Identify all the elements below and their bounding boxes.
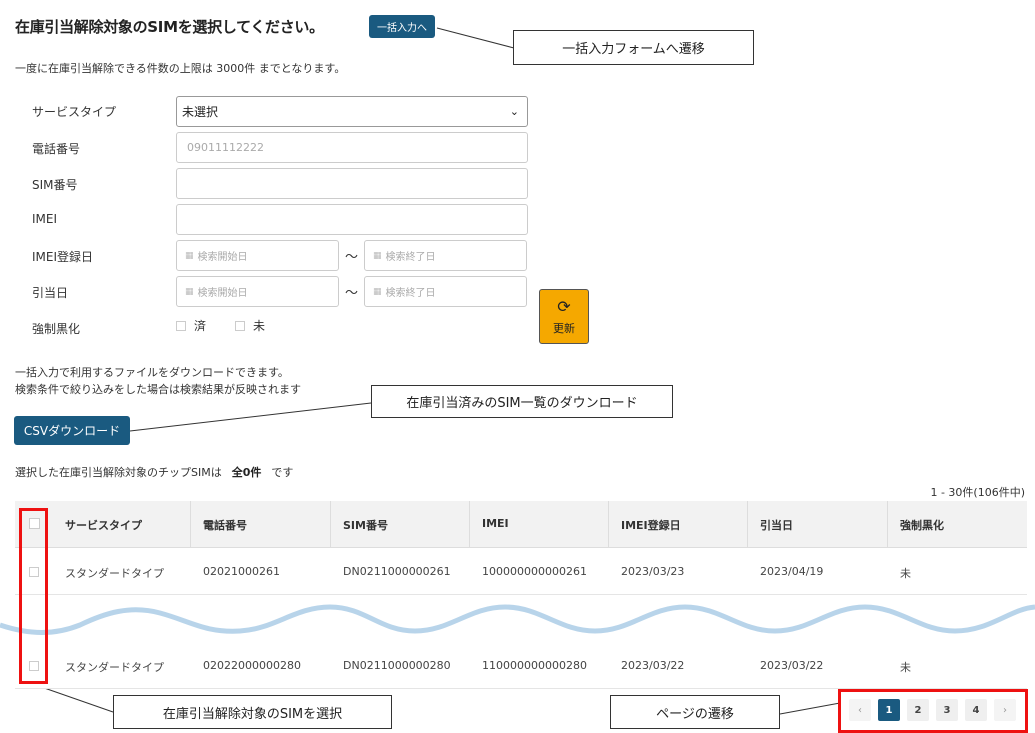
th-forced-black: 強制黒化 [900, 519, 944, 532]
callout-csv-download: 在庫引当済みのSIM一覧のダウンロード [371, 385, 673, 418]
cell-forced-black: 未 [900, 661, 911, 674]
th-imei-date: IMEI登録日 [621, 519, 681, 532]
range-tilde: 〜 [345, 286, 359, 301]
assign-date-start[interactable]: ▦ 検索開始日 [176, 276, 339, 307]
download-info-2: 検索条件で絞り込みをした場合は検索結果が反映されます [15, 383, 301, 396]
service-type-value: 未選択 [182, 105, 219, 119]
callout-bulk-form: 一括入力フォームへ遷移 [513, 30, 754, 65]
csv-download-button[interactable]: CSVダウンロード [14, 416, 130, 445]
forced-black-label: 強制黒化 [32, 322, 81, 336]
cell-imei-date: 2023/03/23 [621, 565, 685, 578]
imei-date-label: IMEI登録日 [32, 250, 94, 264]
prev-page-button[interactable]: ‹ [849, 699, 871, 721]
th-imei: IMEI [482, 517, 509, 530]
checkbox-column-highlight [19, 508, 48, 684]
phone-label: 電話番号 [32, 142, 81, 156]
result-range: 1 - 30件(106件中) [930, 486, 1025, 499]
table-row[interactable]: スタンダードタイプ 02021000261 DN0211000000261 10… [15, 549, 1027, 595]
callout-page-nav: ページの遷移 [610, 695, 780, 729]
sim-input[interactable] [176, 168, 528, 199]
omission-wave [0, 595, 1035, 645]
forced-not-text: 未 [253, 319, 266, 333]
cell-imei: 100000000000261 [482, 565, 587, 578]
calendar-icon: ▦ [185, 286, 194, 297]
sim-label: SIM番号 [32, 178, 78, 192]
cell-phone: 02022000000280 [203, 659, 301, 672]
selection-prefix: 選択した在庫引当解除対象のチップSIMは [15, 466, 222, 479]
date-end-placeholder: 検索終了日 [385, 288, 436, 299]
cell-assign-date: 2023/03/22 [760, 659, 824, 672]
cell-service-type: スタンダードタイプ [65, 567, 164, 580]
limit-note: 一度に在庫引当解除できる件数の上限は 3000件 までとなります。 [15, 62, 346, 75]
forced-done-checkbox[interactable]: 済 [176, 317, 206, 334]
page-3-button[interactable]: 3 [936, 699, 958, 721]
page-2-button[interactable]: 2 [907, 699, 929, 721]
download-info-1: 一括入力で利用するファイルをダウンロードできます。 [15, 366, 289, 379]
th-sim: SIM番号 [343, 519, 388, 532]
service-type-label: サービスタイプ [32, 105, 117, 119]
next-page-button[interactable]: › [994, 699, 1016, 721]
th-phone: 電話番号 [203, 519, 247, 532]
selection-suffix: です [271, 466, 294, 479]
forced-done-text: 済 [194, 319, 207, 333]
cell-imei: 110000000000280 [482, 659, 587, 672]
th-service-type: サービスタイプ [65, 519, 142, 532]
pagination: ‹ 1 2 3 4 › [849, 699, 1016, 721]
selection-summary: 選択した在庫引当解除対象のチップSIMは 全0件 です [15, 464, 293, 480]
cell-phone: 02021000261 [203, 565, 280, 578]
forced-not-checkbox[interactable]: 未 [235, 317, 265, 334]
cell-sim: DN0211000000280 [343, 659, 451, 672]
bulk-input-button[interactable]: 一括入力へ [369, 15, 435, 38]
range-tilde: 〜 [345, 250, 359, 265]
assign-date-label: 引当日 [32, 286, 69, 300]
calendar-icon: ▦ [185, 250, 194, 261]
phone-input[interactable]: 09011112222 [176, 132, 528, 163]
date-start-placeholder: 検索開始日 [197, 288, 248, 299]
page-title: 在庫引当解除対象のSIMを選択してください。 [15, 18, 324, 36]
cell-sim: DN0211000000261 [343, 565, 451, 578]
calendar-icon: ▦ [373, 286, 382, 297]
checkbox-icon [235, 320, 245, 331]
refresh-icon: ⟳ [557, 296, 571, 316]
date-start-placeholder: 検索開始日 [197, 252, 248, 263]
page-4-button[interactable]: 4 [965, 699, 987, 721]
selection-count: 全0件 [231, 466, 262, 479]
imei-date-end[interactable]: ▦ 検索終了日 [364, 240, 527, 271]
checkbox-icon [176, 320, 186, 331]
th-assign-date: 引当日 [760, 519, 793, 532]
imei-date-start[interactable]: ▦ 検索開始日 [176, 240, 339, 271]
cell-forced-black: 未 [900, 567, 911, 580]
cell-imei-date: 2023/03/22 [621, 659, 685, 672]
page-1-button[interactable]: 1 [878, 699, 900, 721]
assign-date-end[interactable]: ▦ 検索終了日 [364, 276, 527, 307]
table-header: サービスタイプ 電話番号 SIM番号 IMEI IMEI登録日 引当日 強制黒化 [15, 501, 1027, 548]
date-end-placeholder: 検索終了日 [385, 252, 436, 263]
imei-input[interactable] [176, 204, 528, 235]
calendar-icon: ▦ [373, 250, 382, 261]
table-row[interactable]: スタンダードタイプ 02022000000280 DN0211000000280… [15, 643, 1027, 689]
callout-select-sim: 在庫引当解除対象のSIMを選択 [113, 695, 392, 729]
cell-service-type: スタンダードタイプ [65, 661, 164, 674]
service-type-select[interactable]: 未選択 ⌄ [176, 96, 528, 127]
chevron-down-icon: ⌄ [509, 105, 519, 118]
imei-label: IMEI [32, 212, 58, 226]
cell-assign-date: 2023/04/19 [760, 565, 824, 578]
refresh-button[interactable]: ⟳ 更新 [539, 289, 589, 344]
refresh-label: 更新 [553, 321, 575, 335]
